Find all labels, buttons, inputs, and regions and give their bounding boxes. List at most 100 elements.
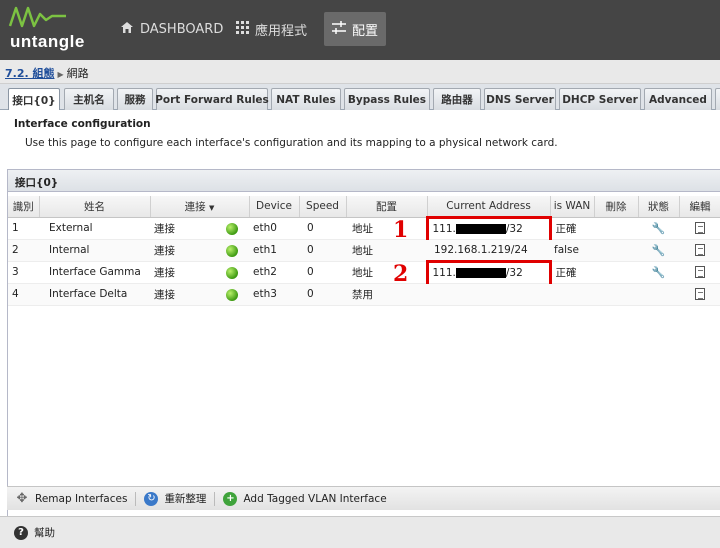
- tab-interfaces[interactable]: 接口{0}: [8, 88, 60, 111]
- footer-bar: ? 幫助: [0, 516, 720, 548]
- status-wrench-icon[interactable]: 🔧: [652, 222, 666, 235]
- tab-dhcp-server[interactable]: DHCP Server: [559, 88, 641, 110]
- edit-document-icon[interactable]: [695, 244, 705, 256]
- breadcrumb: 7.2. 組態 ▶ 網路: [0, 60, 720, 84]
- row-device: eth1: [249, 239, 299, 262]
- row-status: 🔧: [638, 261, 679, 284]
- untangle-logo[interactable]: untangle: [8, 4, 108, 56]
- tab-bypass-rules[interactable]: Bypass Rules: [344, 88, 430, 110]
- tab-overflow[interactable]: [715, 88, 720, 110]
- tab-bar: 接口{0} 主机名 服務 Port Forward Rules NAT Rule…: [0, 84, 720, 111]
- col-delete[interactable]: 刪除: [594, 196, 639, 218]
- row-speed: 0: [299, 283, 346, 306]
- link-status-led-icon: [226, 288, 238, 301]
- table-row[interactable]: 2 Internal 連接 eth1 0 地址 192.168.1.219/24…: [8, 239, 720, 262]
- row-connected-label: 連接: [154, 222, 175, 235]
- tab-advanced[interactable]: Advanced: [644, 88, 712, 110]
- logo-wave-icon: [8, 6, 66, 28]
- nav-config[interactable]: 配置: [324, 12, 386, 46]
- annotation-marker-1: 1: [393, 217, 409, 243]
- col-status[interactable]: 狀態: [638, 196, 680, 218]
- tab-services[interactable]: 服務: [117, 88, 153, 110]
- add-vlan-button[interactable]: + Add Tagged VLAN Interface: [223, 491, 387, 506]
- row-connected: 連接: [150, 261, 249, 284]
- address-suffix: /32: [505, 222, 523, 235]
- row-current-address: 111. /32: [425, 215, 552, 240]
- table-row[interactable]: 3 Interface Gamma 連接 eth2 0 地址 111. /32 正…: [8, 259, 720, 284]
- col-name[interactable]: 姓名: [39, 196, 151, 218]
- tab-nat-rules[interactable]: NAT Rules: [271, 88, 341, 110]
- nav-dashboard[interactable]: DASHBOARD: [112, 12, 231, 46]
- help-icon: ?: [14, 525, 28, 540]
- config-description: Use this page to configure each interfac…: [25, 137, 558, 149]
- toolbar-divider: [214, 491, 216, 506]
- row-speed: 0: [299, 261, 346, 284]
- status-wrench-icon[interactable]: 🔧: [652, 244, 666, 257]
- col-speed[interactable]: Speed: [299, 196, 347, 218]
- col-current-address[interactable]: Current Address: [427, 196, 551, 218]
- row-id: 3: [8, 261, 39, 284]
- top-header: untangle DASHBOARD 應用程式 配置: [0, 0, 720, 60]
- address-suffix: /32: [505, 266, 523, 279]
- row-device: eth3: [249, 283, 299, 306]
- row-status: [638, 283, 679, 306]
- col-device[interactable]: Device: [249, 196, 300, 218]
- row-id: 1: [8, 217, 39, 240]
- row-delete: [594, 283, 638, 306]
- col-connected-label: 連接: [184, 200, 206, 213]
- add-vlan-label: Add Tagged VLAN Interface: [243, 492, 387, 505]
- tab-dns-server[interactable]: DNS Server: [484, 88, 556, 110]
- row-speed: 0: [299, 217, 346, 240]
- row-is-wan: 正確: [550, 261, 594, 284]
- row-device: eth0: [249, 217, 299, 240]
- col-edit[interactable]: 編輯: [679, 196, 720, 218]
- tab-routes[interactable]: 路由器: [433, 88, 481, 110]
- status-wrench-icon[interactable]: 🔧: [652, 266, 666, 279]
- row-device: eth2: [249, 261, 299, 284]
- edit-document-icon[interactable]: [695, 222, 705, 234]
- link-status-led-icon: [226, 222, 238, 235]
- row-config: 地址: [346, 217, 427, 240]
- col-is-wan[interactable]: is WAN: [550, 196, 595, 218]
- panel-title: 接口{0}: [8, 170, 720, 192]
- tab-hostname[interactable]: 主机名: [64, 88, 114, 110]
- nav-apps[interactable]: 應用程式: [228, 12, 315, 46]
- row-name: External: [39, 217, 150, 240]
- panel-toolbar: ✥ Remap Interfaces ↻ 重新整理 + Add Tagged V…: [7, 486, 720, 510]
- help-label: 幫助: [34, 527, 55, 539]
- add-circle-icon: +: [223, 491, 238, 506]
- row-current-address: 192.168.1.219/24: [427, 239, 550, 262]
- refresh-button[interactable]: ↻ 重新整理: [144, 491, 206, 506]
- row-edit: [679, 261, 720, 284]
- nav-label: 應用程式: [255, 23, 308, 39]
- row-delete: [594, 261, 638, 284]
- col-config[interactable]: 配置: [346, 196, 428, 218]
- row-connected: 連接: [150, 217, 249, 240]
- sliders-icon: [332, 20, 346, 38]
- row-name: Interface Delta: [39, 283, 150, 306]
- row-current-address: 111. /32: [425, 259, 552, 284]
- breadcrumb-separator-icon: ▶: [57, 70, 64, 79]
- breadcrumb-config-link[interactable]: 7.2. 組態: [5, 67, 55, 80]
- help-button[interactable]: ? 幫助: [14, 525, 55, 540]
- redaction-bar: [455, 267, 506, 278]
- table-row[interactable]: 4 Interface Delta 連接 eth3 0 禁用: [8, 283, 720, 306]
- row-is-wan: false: [550, 239, 594, 262]
- row-connected-label: 連接: [154, 244, 175, 257]
- edit-document-icon[interactable]: [695, 288, 705, 300]
- row-connected: 連接: [150, 283, 249, 306]
- row-is-wan: 正確: [550, 217, 594, 240]
- redaction-bar: [455, 223, 506, 234]
- row-delete: [594, 217, 638, 240]
- row-edit: [679, 217, 720, 240]
- nav-label: DASHBOARD: [140, 21, 224, 37]
- nav-label: 配置: [352, 23, 379, 39]
- row-status: 🔧: [638, 217, 679, 240]
- tab-port-forward-rules[interactable]: Port Forward Rules: [155, 88, 269, 110]
- table-row[interactable]: 1 External 連接 eth0 0 地址 111. /32 正確 🔧: [8, 215, 720, 240]
- col-connected[interactable]: 連接 ▼: [150, 196, 250, 218]
- col-id[interactable]: 識別: [8, 196, 40, 218]
- remap-interfaces-button[interactable]: ✥ Remap Interfaces: [15, 491, 128, 506]
- edit-document-icon[interactable]: [695, 266, 705, 278]
- row-connected-label: 連接: [154, 288, 175, 301]
